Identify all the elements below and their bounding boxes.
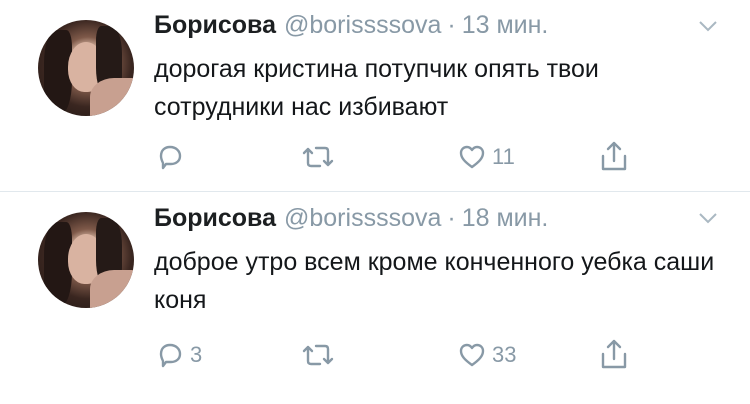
like-button[interactable]: 11 bbox=[456, 141, 515, 173]
tweet-text: дорогая кристина потупчик опять твои сот… bbox=[154, 55, 599, 121]
share-button[interactable] bbox=[598, 139, 630, 173]
share-button[interactable] bbox=[598, 337, 630, 371]
timestamp[interactable]: 13 мин. bbox=[462, 11, 549, 40]
author-handle[interactable]: @borissssova bbox=[284, 11, 441, 40]
share-icon bbox=[601, 141, 627, 171]
avatar[interactable] bbox=[38, 20, 134, 116]
reply-count: 3 bbox=[190, 342, 203, 367]
tweet-2[interactable]: Борисова @borissssova · 18 мин. доброе у… bbox=[0, 192, 750, 404]
heart-icon bbox=[459, 343, 485, 367]
retweet-button[interactable] bbox=[300, 339, 340, 371]
tweet-header: Борисова @borissssova · 13 мин. bbox=[154, 11, 730, 40]
like-button[interactable]: 33 bbox=[456, 339, 516, 371]
tweet-text: доброе утро всем кроме конченного уебка … bbox=[154, 248, 715, 314]
separator-dot: · bbox=[447, 204, 456, 232]
tweet-header: Борисова @borissssova · 18 мин. bbox=[154, 204, 730, 233]
chevron-down-icon[interactable] bbox=[699, 20, 717, 32]
author-name[interactable]: Борисова bbox=[154, 11, 276, 40]
author-handle[interactable]: @borissssova bbox=[284, 204, 441, 233]
like-count: 11 bbox=[492, 144, 515, 169]
heart-icon bbox=[459, 145, 485, 169]
retweet-icon bbox=[302, 146, 334, 168]
like-count: 33 bbox=[492, 342, 517, 367]
timestamp[interactable]: 18 мин. bbox=[462, 204, 549, 233]
author-name[interactable]: Борисова bbox=[154, 204, 276, 233]
tweet-content: Борисова @borissssova · 13 мин. дорогая … bbox=[154, 11, 730, 126]
tweet-content: Борисова @borissssova · 18 мин. доброе у… bbox=[154, 204, 730, 319]
reply-button[interactable]: 3 bbox=[154, 339, 202, 371]
retweet-icon bbox=[302, 344, 334, 366]
share-icon bbox=[601, 339, 627, 369]
tweet-1[interactable]: Борисова @borissssova · 13 мин. дорогая … bbox=[0, 0, 750, 192]
reply-icon bbox=[159, 343, 182, 368]
retweet-button[interactable] bbox=[300, 141, 340, 173]
reply-icon bbox=[159, 145, 182, 170]
reply-button[interactable] bbox=[154, 141, 190, 173]
tweet-actions: 3 33 bbox=[154, 339, 654, 375]
avatar[interactable] bbox=[38, 212, 134, 308]
chevron-down-icon[interactable] bbox=[699, 212, 717, 224]
separator-dot: · bbox=[447, 11, 456, 39]
tweet-actions: 11 bbox=[154, 141, 654, 177]
